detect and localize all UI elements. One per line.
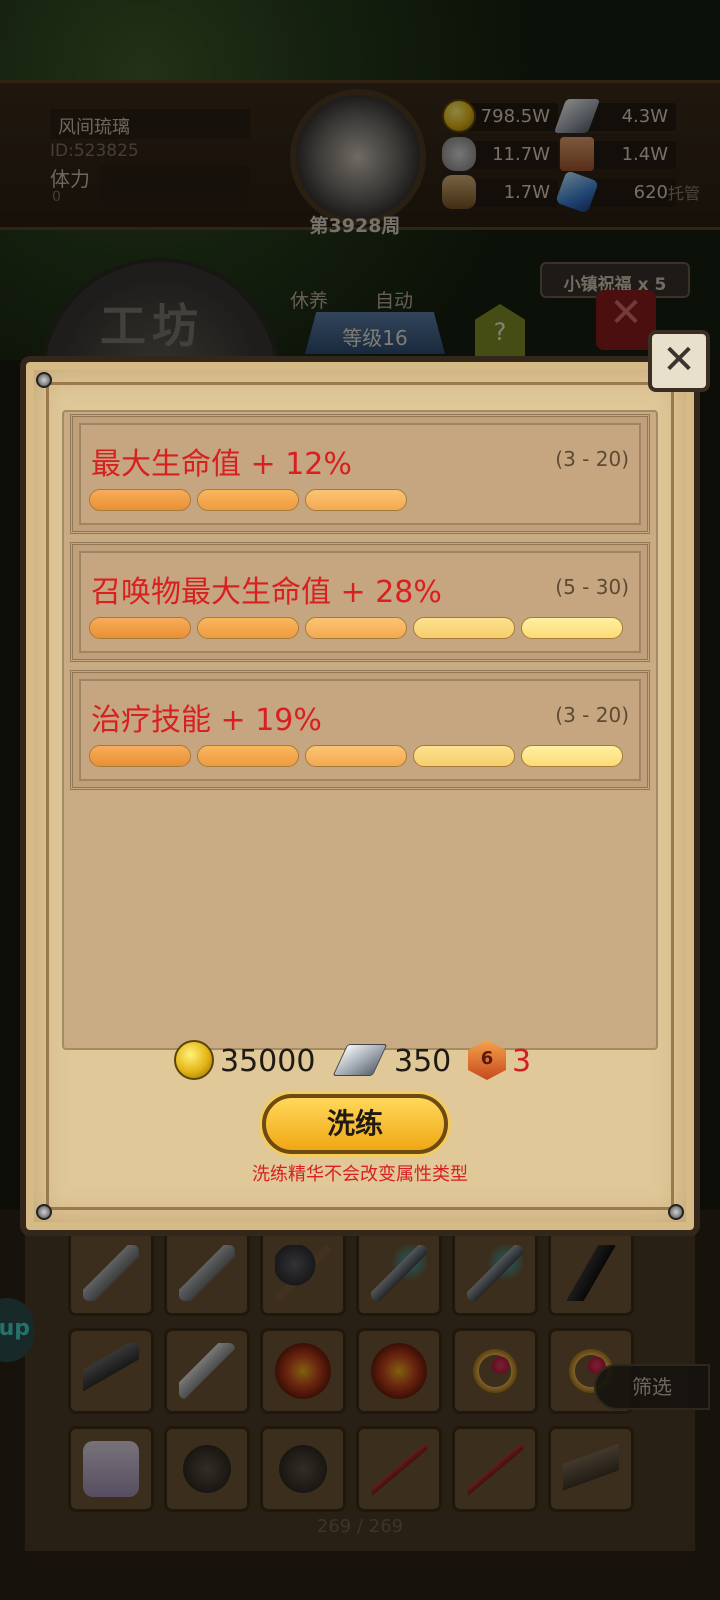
cost-essence: 3 (512, 1044, 532, 1079)
attribute-name: 最大生命值 + 12% (91, 447, 352, 482)
attribute-bars (89, 489, 639, 513)
close-button[interactable]: ✕ (648, 330, 710, 392)
refine-note: 洗练精华不会改变属性类型 (252, 1164, 468, 1185)
attribute-card[interactable]: 召唤物最大生命值 + 28% (5 - 30) (70, 542, 650, 662)
attribute-bar-segment (89, 617, 191, 639)
attribute-card[interactable]: 治疗技能 + 19% (3 - 20) (70, 670, 650, 790)
attribute-bar-segment (89, 745, 191, 767)
refine-button[interactable]: 洗练 (262, 1094, 448, 1154)
attribute-name: 召唤物最大生命值 + 28% (91, 575, 442, 610)
attribute-range: (5 - 30) (555, 575, 629, 599)
attribute-card[interactable]: 最大生命值 + 12% (3 - 20) (70, 414, 650, 534)
silver-ingot-icon (332, 1044, 388, 1076)
refine-essence-icon: 6 (468, 1040, 506, 1080)
attribute-range: (3 - 20) (555, 703, 629, 727)
attribute-bar-segment (305, 617, 407, 639)
screw-icon (36, 1204, 52, 1220)
attribute-bar-segment (305, 489, 407, 511)
attribute-bars (89, 745, 639, 769)
attribute-range: (3 - 20) (555, 447, 629, 471)
attribute-bar-segment (413, 745, 515, 767)
cost-gold: 35000 (220, 1044, 316, 1079)
attribute-bar-segment (521, 745, 623, 767)
screw-icon (668, 1204, 684, 1220)
attribute-bars (89, 617, 639, 641)
attribute-name: 治疗技能 + 19% (91, 703, 322, 738)
close-icon: ✕ (662, 337, 696, 383)
gold-coin-icon (174, 1040, 214, 1080)
cost-silver: 350 (394, 1044, 452, 1079)
cost-row: 35000 350 6 3 (170, 1040, 550, 1088)
attribute-bar-segment (197, 489, 299, 511)
attribute-bar-segment (305, 745, 407, 767)
attribute-bar-segment (413, 617, 515, 639)
attribute-bar-segment (89, 489, 191, 511)
attribute-bar-segment (197, 745, 299, 767)
screw-icon (36, 372, 52, 388)
attribute-bar-segment (521, 617, 623, 639)
attribute-bar-segment (197, 617, 299, 639)
